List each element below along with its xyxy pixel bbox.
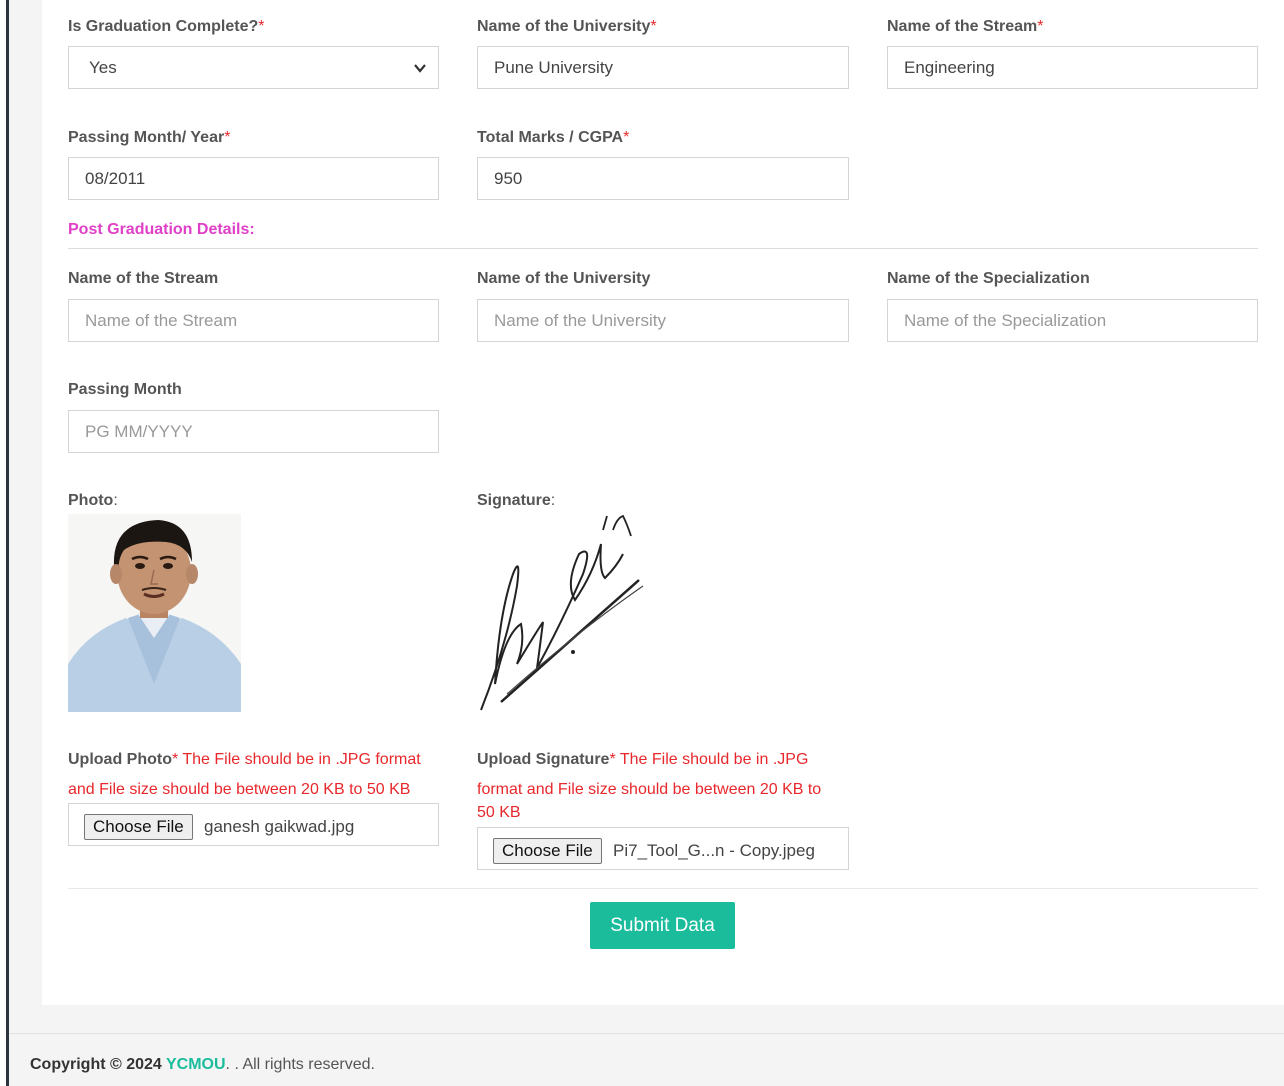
copyright-text: Copyright © 2024	[30, 1056, 166, 1073]
photo-label-text: Photo	[68, 492, 114, 509]
submit-data-button[interactable]: Submit Data	[590, 902, 735, 949]
graduation-stream-label-text: Name of the Stream	[887, 18, 1038, 35]
pg-university-label-text: Name of the University	[477, 270, 651, 287]
footer-divider	[9, 1033, 1284, 1034]
pg-stream-input[interactable]: Name of the Stream	[68, 299, 439, 342]
pg-university-label: Name of the University	[477, 269, 650, 289]
signature-label-colon: :	[550, 492, 556, 509]
footer-brand-link[interactable]: YCMOU	[166, 1056, 226, 1073]
upload-signature-note: The File should be in .JPG	[615, 751, 809, 768]
signature-filename: Pi7_Tool_G...n - Copy.jpeg	[613, 841, 815, 860]
left-sidebar-edge	[0, 0, 9, 1086]
pg-passing-label-text: Passing Month	[68, 381, 182, 398]
pg-stream-label: Name of the Stream	[68, 269, 218, 289]
photo-label: Photo:	[68, 491, 118, 511]
pg-stream-placeholder: Name of the Stream	[85, 311, 238, 330]
pg-university-placeholder: Name of the University	[494, 311, 666, 330]
graduation-complete-value: Yes	[89, 58, 117, 77]
upload-signature-note-line3: 50 KB	[477, 804, 521, 821]
choose-photo-button[interactable]: Choose File	[84, 814, 193, 840]
graduation-university-input[interactable]: Pune University	[477, 46, 849, 89]
section-divider	[68, 248, 1258, 249]
pg-passing-input[interactable]: PG MM/YYYY	[68, 410, 439, 453]
upload-photo-label-text: Upload Photo	[68, 751, 172, 768]
graduation-passing-input[interactable]: 08/2011	[68, 157, 439, 200]
chevron-down-icon	[414, 64, 426, 73]
pg-passing-label: Passing Month	[68, 380, 182, 400]
signature-label: Signature:	[477, 491, 555, 511]
footer-copyright: Copyright © 2024 YCMOU. . All rights res…	[30, 1054, 375, 1076]
footer-rights-text: . . All rights reserved.	[225, 1056, 375, 1073]
upload-signature-file-input[interactable]: Choose File Pi7_Tool_G...n - Copy.jpeg	[477, 827, 849, 870]
graduation-university-label: Name of the University*	[477, 17, 657, 37]
graduation-marks-value: 950	[494, 169, 523, 188]
graduation-stream-label: Name of the Stream*	[887, 17, 1044, 37]
upload-photo-label: Upload Photo* The File should be in .JPG…	[68, 745, 440, 805]
pg-specialization-placeholder: Name of the Specialization	[904, 311, 1107, 330]
graduation-stream-input[interactable]: Engineering	[887, 46, 1258, 89]
applicant-photo-image	[68, 514, 241, 712]
photo-filename: ganesh gaikwad.jpg	[204, 817, 355, 836]
required-asterisk: *	[650, 18, 657, 35]
graduation-university-label-text: Name of the University	[477, 18, 651, 35]
graduation-marks-input[interactable]: 950	[477, 157, 849, 200]
signature-label-text: Signature	[477, 492, 551, 509]
pg-specialization-label-text: Name of the Specialization	[887, 270, 1090, 287]
applicant-signature	[477, 514, 657, 712]
applicant-photo	[68, 514, 241, 712]
graduation-passing-label: Passing Month/ Year*	[68, 128, 230, 148]
choose-signature-button[interactable]: Choose File	[493, 838, 602, 864]
pg-stream-label-text: Name of the Stream	[68, 270, 219, 287]
upload-photo-file-input[interactable]: Choose File ganesh gaikwad.jpg	[68, 803, 439, 846]
pg-university-input[interactable]: Name of the University	[477, 299, 849, 342]
required-asterisk: *	[1037, 18, 1044, 35]
required-asterisk: *	[258, 18, 265, 35]
pg-passing-placeholder: PG MM/YYYY	[85, 422, 193, 441]
upload-photo-note-line2: and File size should be between 20 KB to…	[68, 781, 411, 798]
graduation-stream-value: Engineering	[904, 58, 995, 77]
pg-specialization-label: Name of the Specialization	[887, 269, 1090, 289]
graduation-complete-label-text: Is Graduation Complete?	[68, 18, 259, 35]
graduation-marks-label: Total Marks / CGPA*	[477, 128, 629, 148]
upload-signature-note-line2: format and File size should be between 2…	[477, 781, 822, 798]
upload-signature-label-text: Upload Signature	[477, 751, 610, 768]
form-divider	[68, 888, 1258, 889]
required-asterisk: *	[224, 129, 231, 146]
graduation-complete-label: Is Graduation Complete?*	[68, 17, 264, 37]
graduation-university-value: Pune University	[494, 58, 614, 77]
required-asterisk: *	[623, 129, 630, 146]
graduation-complete-select[interactable]: Yes	[68, 46, 439, 89]
graduation-passing-value: 08/2011	[85, 169, 146, 188]
graduation-passing-label-text: Passing Month/ Year	[68, 129, 225, 146]
post-graduation-section-title: Post Graduation Details:	[68, 221, 255, 238]
pg-specialization-input[interactable]: Name of the Specialization	[887, 299, 1258, 342]
applicant-signature-image	[477, 514, 657, 712]
upload-signature-label: Upload Signature* The File should be in …	[477, 745, 849, 821]
photo-label-colon: :	[113, 492, 118, 509]
upload-photo-note: The File should be in .JPG format	[178, 751, 421, 768]
graduation-marks-label-text: Total Marks / CGPA	[477, 129, 624, 146]
